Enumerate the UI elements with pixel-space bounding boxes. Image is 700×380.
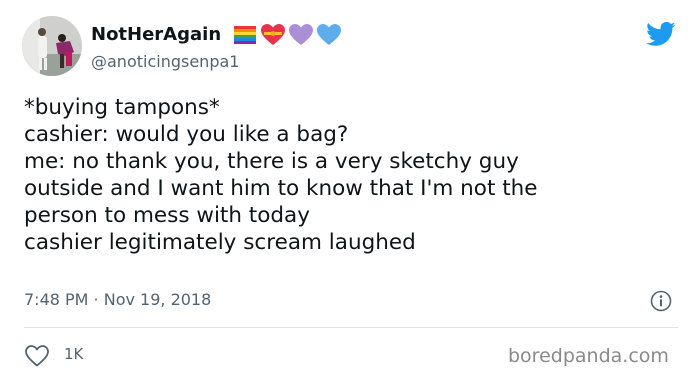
- name-emojis: [232, 22, 342, 48]
- purple-heart-icon: [289, 24, 313, 45]
- tweet-line: *buying tampons*: [24, 95, 220, 120]
- tweet-line: outside and I want him to know that I'm …: [24, 176, 538, 201]
- tweet-line: cashier legitimately scream laughed: [24, 230, 416, 255]
- twitter-bird-icon[interactable]: [645, 19, 677, 49]
- tweet-text: *buying tampons* cashier: would you like…: [24, 94, 538, 256]
- watermark: boredpanda.com: [508, 345, 669, 367]
- tweet-line: cashier: would you like a bag?: [24, 122, 349, 147]
- rainbow-flag-icon: [234, 26, 256, 44]
- tweet-line: me: no thank you, there is a very sketch…: [24, 149, 519, 174]
- heart-with-ribbon-icon: [261, 24, 285, 45]
- tweet-line: person to mess with today: [24, 203, 310, 228]
- heart-outline-icon[interactable]: [24, 344, 50, 368]
- divider: [24, 327, 678, 328]
- display-name[interactable]: NotHerAgain: [91, 24, 221, 46]
- tweet-timestamp[interactable]: 7:48 PM · Nov 19, 2018: [24, 290, 211, 310]
- info-icon[interactable]: [650, 290, 672, 312]
- avatar-photo: [22, 16, 82, 76]
- avatar[interactable]: [22, 16, 82, 76]
- tweet-card: NotHerAgain @anoticingsenpa1 *buying tam…: [0, 0, 700, 380]
- blue-heart-icon: [317, 24, 341, 45]
- user-handle[interactable]: @anoticingsenpa1: [91, 52, 239, 72]
- like-count: 1K: [64, 345, 84, 363]
